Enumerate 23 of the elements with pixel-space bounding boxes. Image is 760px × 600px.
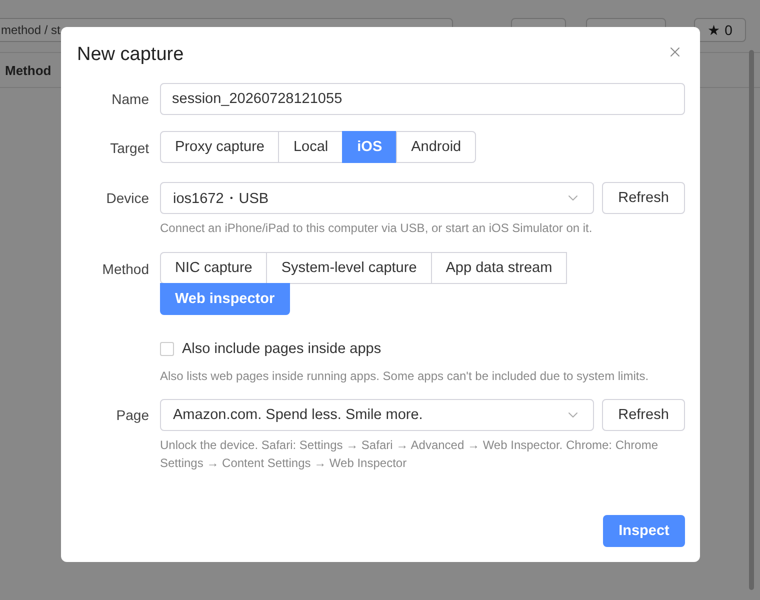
refresh-button[interactable]: Refresh <box>602 399 685 431</box>
dialog-title: New capture <box>77 44 184 66</box>
field-label: Name <box>110 90 149 109</box>
field-label: Target <box>109 139 149 158</box>
name-field[interactable]: session_20260728121055 <box>160 83 685 115</box>
page-select[interactable]: Amazon.com. Spend less. Smile more. <box>160 399 594 431</box>
method-option[interactable]: NIC capture <box>160 252 268 284</box>
refresh-button[interactable]: Refresh <box>602 182 685 214</box>
help-text: Connect an iPhone/iPad to this computer via USB, or start an iOS Simulator on it. <box>160 220 594 237</box>
target-option[interactable]: Android <box>396 131 476 163</box>
field-label: Method <box>101 260 149 279</box>
field-label: Page <box>115 406 149 425</box>
device-select[interactable]: ios1672・USB <box>160 182 594 214</box>
help-text: Unlock the device. Safari: Settings → Safari → Advanced → Web Inspector. Chrome: Chrome Settings → Content Settings → Web Inspector <box>160 437 660 472</box>
target-option[interactable]: Local <box>278 131 344 163</box>
target-option[interactable]: Proxy capture <box>160 131 280 163</box>
star-button[interactable]: ★ 0 <box>694 18 746 42</box>
field-label: Device <box>105 189 149 208</box>
method-option[interactable]: System-level capture <box>266 252 432 284</box>
help-text: Also lists web pages inside running apps. Some apps can't be included due to system limits. <box>160 368 650 385</box>
column-header: Method <box>5 62 52 78</box>
include-apps-checkbox[interactable]: Also include pages inside apps <box>160 341 685 357</box>
method-option[interactable]: App data stream <box>430 252 568 284</box>
